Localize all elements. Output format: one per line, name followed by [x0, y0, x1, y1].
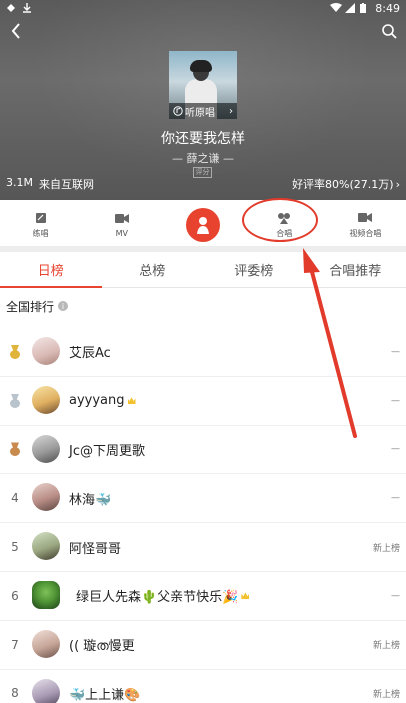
- practice-label: 练唱: [32, 228, 49, 238]
- duet-label: 合唱: [276, 228, 293, 238]
- back-arrow-icon: [11, 23, 20, 39]
- user-name: Jc@下周更歌: [69, 443, 145, 459]
- download-icon: [22, 3, 32, 13]
- song-header: 8:49 听原唱 › 你还要我怎样 — 薛之谦 — 评分 3.1M 来自互联网 …: [0, 0, 406, 200]
- avatar[interactable]: [32, 532, 60, 561]
- status-bar: 8:49: [0, 0, 406, 16]
- rank-number: 6: [11, 588, 19, 603]
- trend-indicator: —: [391, 444, 400, 455]
- music-note-icon: [173, 106, 183, 116]
- status-time: 8:49: [375, 1, 400, 15]
- list-item[interactable]: 艾辰Ac —: [0, 328, 406, 377]
- vip-crown-icon: [127, 397, 136, 405]
- tab-duet-recommend[interactable]: 合唱推荐: [305, 252, 406, 287]
- avatar[interactable]: [32, 385, 60, 414]
- trend-indicator: —: [391, 590, 400, 601]
- search-button[interactable]: [378, 20, 400, 42]
- bronze-medal-icon: [10, 442, 20, 457]
- trend-indicator: —: [391, 395, 400, 406]
- avatar[interactable]: [32, 483, 60, 512]
- chevron-right-icon: ›: [229, 105, 233, 117]
- song-stats: 3.1M 来自互联网 好评率80%(27.1万) ›: [0, 176, 406, 192]
- vip-crown-icon: [241, 592, 250, 600]
- video-duet-icon: [358, 212, 373, 224]
- avatar[interactable]: [32, 580, 60, 609]
- section-title-text: 全国排行: [6, 299, 55, 314]
- section-title: 全国排行 i: [6, 296, 69, 316]
- rank-number: 8: [11, 686, 19, 701]
- song-title: 你还要我怎样: [161, 131, 245, 147]
- user-name: 🐳上上谦🎨: [69, 687, 141, 703]
- rank-number: 7: [11, 637, 19, 652]
- action-toolbar: 练唱 MV 合唱 视频合唱: [0, 200, 406, 250]
- trend-indicator: 新上榜: [372, 543, 400, 554]
- duet-button[interactable]: 合唱: [244, 200, 325, 250]
- trend-indicator: —: [391, 493, 400, 504]
- avatar[interactable]: [32, 337, 60, 365]
- tab-all-time[interactable]: 总榜: [102, 252, 204, 287]
- user-name: (( 璇ത慢更: [69, 639, 135, 655]
- album-cover[interactable]: 听原唱 ›: [169, 51, 237, 119]
- duet-icon: [277, 212, 291, 224]
- song-artist[interactable]: — 薛之谦 —: [0, 150, 406, 166]
- sing-button[interactable]: [162, 200, 243, 250]
- mv-label: MV: [115, 228, 128, 238]
- list-item[interactable]: 8 🐳上上谦🎨 新上榜: [0, 670, 406, 703]
- silver-medal-icon: [10, 393, 20, 408]
- song-source: 来自互联网: [38, 178, 94, 191]
- wifi-icon: [330, 3, 343, 13]
- avatar[interactable]: [32, 434, 60, 463]
- avatar[interactable]: [32, 629, 60, 658]
- ranking-list: 艾辰Ac — ayyyang — Jc@下周更歌 — 4 林海🐳 — 5 阿怪哥…: [0, 328, 406, 703]
- list-item[interactable]: 4 林海🐳 —: [0, 474, 406, 524]
- tab-daily[interactable]: 日榜: [0, 252, 102, 288]
- avatar[interactable]: [32, 678, 60, 703]
- good-rate-link[interactable]: 好评率80%(27.1万) ›: [292, 176, 400, 192]
- signal-icon: [345, 3, 356, 13]
- sing-icon: [197, 217, 209, 234]
- back-button[interactable]: [6, 20, 26, 42]
- gold-medal-icon: [10, 344, 20, 359]
- user-name: 绿巨人先森🌵父亲节快乐🎉: [76, 590, 239, 606]
- user-name: ayyyang: [69, 393, 125, 409]
- video-icon: [114, 213, 129, 225]
- list-item[interactable]: 6 绿巨人先森🌵父亲节快乐🎉 —: [0, 572, 406, 621]
- practice-icon: [34, 212, 48, 224]
- listen-original-button[interactable]: 听原唱 ›: [169, 103, 237, 119]
- user-name: 阿怪哥哥: [69, 541, 122, 557]
- trend-indicator: 新上榜: [372, 641, 400, 652]
- rank-number: 5: [11, 540, 19, 555]
- video-duet-button[interactable]: 视频合唱: [325, 200, 406, 250]
- ranking-tabs: 日榜 总榜 评委榜 合唱推荐: [0, 252, 406, 288]
- mv-button[interactable]: MV: [81, 200, 162, 250]
- list-item[interactable]: 7 (( 璇ത慢更 新上榜: [0, 621, 406, 670]
- rank-number: 4: [11, 491, 19, 506]
- user-name: 林海🐳: [69, 492, 112, 508]
- info-icon[interactable]: i: [58, 301, 69, 311]
- notification-icon: [6, 3, 16, 13]
- good-rate-text: 好评率80%(27.1万): [292, 178, 394, 191]
- search-icon: [382, 24, 397, 39]
- user-name: 艾辰Ac: [69, 346, 111, 362]
- list-item[interactable]: ayyyang —: [0, 377, 406, 426]
- listen-original-label: 听原唱: [185, 107, 215, 119]
- list-item[interactable]: Jc@下周更歌 —: [0, 426, 406, 475]
- tab-judges[interactable]: 评委榜: [203, 252, 305, 287]
- trend-indicator: —: [391, 346, 400, 357]
- chevron-right-icon: ›: [395, 177, 400, 191]
- list-item[interactable]: 5 阿怪哥哥 新上榜: [0, 523, 406, 572]
- practice-button[interactable]: 练唱: [0, 200, 81, 250]
- play-count: 3.1M: [6, 176, 33, 189]
- battery-icon: [360, 3, 370, 13]
- video-duet-label: 视频合唱: [349, 228, 382, 238]
- trend-indicator: 新上榜: [372, 689, 400, 700]
